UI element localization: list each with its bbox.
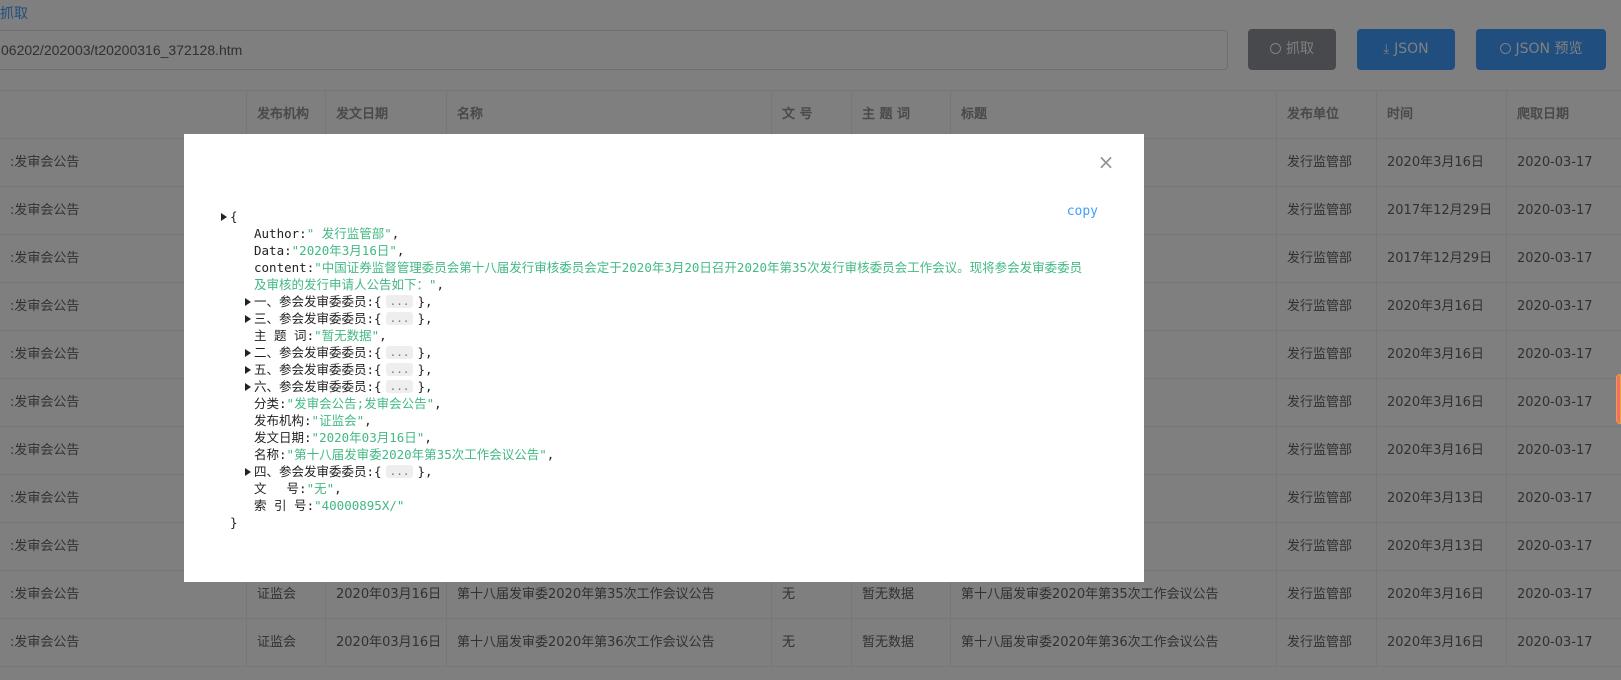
json-string-value: "无" <box>306 481 335 496</box>
json-key: 一、参会发审委委员 <box>254 294 367 309</box>
json-tree: { Author:" 发行监管部", Data:"2020年3月16日", cont… <box>221 208 1090 531</box>
json-entry[interactable]: 二、参会发审委委员:{...}, <box>230 344 1090 361</box>
json-preview-dialog: × copy { Author:" 发行监管部", Data:"2020年3月16… <box>184 134 1144 582</box>
json-key: Author <box>254 226 300 241</box>
collapsed-object-badge[interactable]: ... <box>385 465 414 478</box>
json-entry: 名称:"第十八届发审委2020年第35次工作会议公告", <box>254 447 555 462</box>
json-entry: 主 题 词:"暂无数据", <box>254 328 387 343</box>
json-key: 分类 <box>254 396 280 411</box>
expand-caret-icon[interactable] <box>245 383 251 391</box>
collapsed-object-badge[interactable]: ... <box>385 363 414 376</box>
json-entry: 发布机构:"证监会", <box>254 413 372 428</box>
json-key: 三、参会发审委委员 <box>254 311 367 326</box>
json-entry: content:"中国证券监督管理委员会第十八届发行审核委员会定于2020年3月… <box>254 260 1083 292</box>
json-entry: Data:"2020年3月16日", <box>254 243 405 258</box>
json-key: content <box>254 260 307 275</box>
json-entry: 发文日期:"2020年03月16日", <box>254 430 432 445</box>
expand-caret-icon[interactable] <box>245 349 251 357</box>
expand-caret-icon[interactable] <box>221 213 227 221</box>
json-string-value: "证监会" <box>311 413 365 428</box>
json-key: 四、参会发审委委员 <box>254 464 367 479</box>
json-string-value: "2020年03月16日" <box>311 430 425 445</box>
json-string-value: "暂无数据" <box>314 328 380 343</box>
json-key: 索 引 号 <box>254 498 307 513</box>
json-key: 二、参会发审委委员 <box>254 345 367 360</box>
json-entry[interactable]: 一、参会发审委委员:{...}, <box>230 293 1090 310</box>
collapsed-object-badge[interactable]: ... <box>385 346 414 359</box>
json-key: 五、参会发审委委员 <box>254 362 367 377</box>
page-side-handle[interactable] <box>1616 374 1621 424</box>
json-key: Data <box>254 243 285 258</box>
close-brace: } <box>230 515 238 530</box>
json-entry[interactable]: 三、参会发审委委员:{...}, <box>230 310 1090 327</box>
json-entry: 文 号:"无", <box>254 481 342 496</box>
json-entry[interactable]: 六、参会发审委委员:{...}, <box>230 378 1090 395</box>
json-close-brace: } <box>230 514 1090 531</box>
expand-caret-icon[interactable] <box>245 366 251 374</box>
json-string-value: "发审会公告;发审会公告" <box>286 396 435 411</box>
expand-caret-icon[interactable] <box>245 298 251 306</box>
expand-caret-icon[interactable] <box>245 468 251 476</box>
json-key: 名称 <box>254 447 280 462</box>
json-string-value: "2020年3月16日" <box>291 243 397 258</box>
json-key: 发布机构 <box>254 413 305 428</box>
json-string-value: "第十八届发审委2020年第35次工作会议公告" <box>286 447 547 462</box>
json-entry[interactable]: 五、参会发审委委员:{...}, <box>230 361 1090 378</box>
expand-caret-icon[interactable] <box>245 315 251 323</box>
json-key: 六、参会发审委委员 <box>254 379 367 394</box>
json-string-value: " 发行监管部" <box>306 226 392 241</box>
collapsed-object-badge[interactable]: ... <box>385 295 414 308</box>
json-string-value: "中国证券监督管理委员会第十八届发行审核委员会定于2020年3月20日召开202… <box>254 260 1083 292</box>
json-open-brace[interactable]: { <box>221 208 1090 225</box>
json-string-value: "40000895X/" <box>314 498 405 513</box>
collapsed-object-badge[interactable]: ... <box>385 312 414 325</box>
json-entry: 分类:"发审会公告;发审会公告", <box>254 396 442 411</box>
json-key: 发文日期 <box>254 430 305 445</box>
json-entry: 索 引 号:"40000895X/" <box>254 498 405 513</box>
open-brace: { <box>230 209 238 224</box>
json-key: 主 题 词 <box>254 328 307 343</box>
json-entry: Author:" 发行监管部", <box>254 226 400 241</box>
json-key: 文 号 <box>254 481 300 496</box>
json-entry[interactable]: 四、参会发审委委员:{...}, <box>230 463 1090 480</box>
close-icon[interactable]: × <box>1094 150 1118 174</box>
collapsed-object-badge[interactable]: ... <box>385 380 414 393</box>
